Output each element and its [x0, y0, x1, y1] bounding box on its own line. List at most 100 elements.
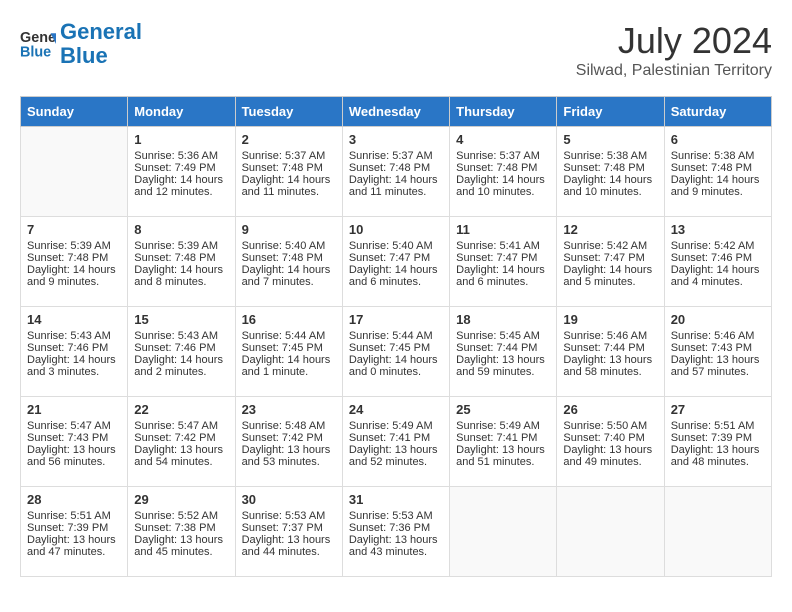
day-number: 10: [349, 222, 443, 237]
logo: General Blue General Blue: [20, 20, 142, 68]
day-number: 22: [134, 402, 228, 417]
calendar-cell: 23Sunrise: 5:48 AMSunset: 7:42 PMDayligh…: [235, 397, 342, 487]
sunset-text: Sunset: 7:45 PM: [242, 342, 336, 354]
sunrise-text: Sunrise: 5:43 AM: [27, 330, 121, 342]
day-number: 12: [563, 222, 657, 237]
calendar-cell: 5Sunrise: 5:38 AMSunset: 7:48 PMDaylight…: [557, 127, 664, 217]
daylight-text: Daylight: 13 hours and 47 minutes.: [27, 534, 121, 558]
daylight-text: Daylight: 13 hours and 56 minutes.: [27, 444, 121, 468]
calendar-cell: 15Sunrise: 5:43 AMSunset: 7:46 PMDayligh…: [128, 307, 235, 397]
daylight-text: Daylight: 14 hours and 0 minutes.: [349, 354, 443, 378]
calendar-cell: 29Sunrise: 5:52 AMSunset: 7:38 PMDayligh…: [128, 487, 235, 577]
sunset-text: Sunset: 7:37 PM: [242, 522, 336, 534]
week-row-2: 7Sunrise: 5:39 AMSunset: 7:48 PMDaylight…: [21, 217, 772, 307]
sunset-text: Sunset: 7:48 PM: [27, 252, 121, 264]
day-number: 3: [349, 132, 443, 147]
calendar-cell: 22Sunrise: 5:47 AMSunset: 7:42 PMDayligh…: [128, 397, 235, 487]
daylight-text: Daylight: 13 hours and 43 minutes.: [349, 534, 443, 558]
sunrise-text: Sunrise: 5:37 AM: [242, 150, 336, 162]
daylight-text: Daylight: 14 hours and 6 minutes.: [349, 264, 443, 288]
logo-text: General Blue: [60, 20, 142, 68]
calendar-cell: 10Sunrise: 5:40 AMSunset: 7:47 PMDayligh…: [342, 217, 449, 307]
sunrise-text: Sunrise: 5:49 AM: [456, 420, 550, 432]
sunrise-text: Sunrise: 5:37 AM: [456, 150, 550, 162]
location: Silwad, Palestinian Territory: [576, 62, 772, 80]
sunrise-text: Sunrise: 5:53 AM: [349, 510, 443, 522]
sunset-text: Sunset: 7:39 PM: [27, 522, 121, 534]
svg-text:Blue: Blue: [20, 45, 51, 61]
day-number: 23: [242, 402, 336, 417]
weekday-header-saturday: Saturday: [664, 97, 771, 127]
sunrise-text: Sunrise: 5:53 AM: [242, 510, 336, 522]
sunset-text: Sunset: 7:40 PM: [563, 432, 657, 444]
daylight-text: Daylight: 14 hours and 9 minutes.: [27, 264, 121, 288]
sunset-text: Sunset: 7:36 PM: [349, 522, 443, 534]
daylight-text: Daylight: 14 hours and 1 minute.: [242, 354, 336, 378]
calendar-cell: 4Sunrise: 5:37 AMSunset: 7:48 PMDaylight…: [450, 127, 557, 217]
daylight-text: Daylight: 14 hours and 10 minutes.: [456, 174, 550, 198]
calendar-cell: 25Sunrise: 5:49 AMSunset: 7:41 PMDayligh…: [450, 397, 557, 487]
sunrise-text: Sunrise: 5:47 AM: [134, 420, 228, 432]
day-number: 2: [242, 132, 336, 147]
daylight-text: Daylight: 13 hours and 57 minutes.: [671, 354, 765, 378]
sunrise-text: Sunrise: 5:47 AM: [27, 420, 121, 432]
calendar-cell: 8Sunrise: 5:39 AMSunset: 7:48 PMDaylight…: [128, 217, 235, 307]
week-row-1: 1Sunrise: 5:36 AMSunset: 7:49 PMDaylight…: [21, 127, 772, 217]
sunrise-text: Sunrise: 5:38 AM: [563, 150, 657, 162]
sunrise-text: Sunrise: 5:40 AM: [349, 240, 443, 252]
calendar-cell: 16Sunrise: 5:44 AMSunset: 7:45 PMDayligh…: [235, 307, 342, 397]
daylight-text: Daylight: 14 hours and 11 minutes.: [349, 174, 443, 198]
sunrise-text: Sunrise: 5:44 AM: [349, 330, 443, 342]
sunrise-text: Sunrise: 5:49 AM: [349, 420, 443, 432]
calendar-cell: 2Sunrise: 5:37 AMSunset: 7:48 PMDaylight…: [235, 127, 342, 217]
calendar-cell: 27Sunrise: 5:51 AMSunset: 7:39 PMDayligh…: [664, 397, 771, 487]
calendar-cell: 28Sunrise: 5:51 AMSunset: 7:39 PMDayligh…: [21, 487, 128, 577]
calendar-cell: 18Sunrise: 5:45 AMSunset: 7:44 PMDayligh…: [450, 307, 557, 397]
sunrise-text: Sunrise: 5:42 AM: [671, 240, 765, 252]
sunset-text: Sunset: 7:48 PM: [134, 252, 228, 264]
daylight-text: Daylight: 14 hours and 9 minutes.: [671, 174, 765, 198]
daylight-text: Daylight: 13 hours and 48 minutes.: [671, 444, 765, 468]
day-number: 31: [349, 492, 443, 507]
daylight-text: Daylight: 14 hours and 2 minutes.: [134, 354, 228, 378]
calendar-cell: [450, 487, 557, 577]
calendar-cell: 20Sunrise: 5:46 AMSunset: 7:43 PMDayligh…: [664, 307, 771, 397]
sunrise-text: Sunrise: 5:40 AM: [242, 240, 336, 252]
calendar-cell: 7Sunrise: 5:39 AMSunset: 7:48 PMDaylight…: [21, 217, 128, 307]
sunrise-text: Sunrise: 5:44 AM: [242, 330, 336, 342]
day-number: 29: [134, 492, 228, 507]
calendar-cell: 6Sunrise: 5:38 AMSunset: 7:48 PMDaylight…: [664, 127, 771, 217]
calendar-cell: [557, 487, 664, 577]
sunrise-text: Sunrise: 5:41 AM: [456, 240, 550, 252]
weekday-header-tuesday: Tuesday: [235, 97, 342, 127]
logo-line2: Blue: [60, 43, 108, 68]
daylight-text: Daylight: 14 hours and 7 minutes.: [242, 264, 336, 288]
weekday-header-row: SundayMondayTuesdayWednesdayThursdayFrid…: [21, 97, 772, 127]
sunset-text: Sunset: 7:48 PM: [563, 162, 657, 174]
calendar-table: SundayMondayTuesdayWednesdayThursdayFrid…: [20, 96, 772, 577]
daylight-text: Daylight: 13 hours and 53 minutes.: [242, 444, 336, 468]
daylight-text: Daylight: 14 hours and 6 minutes.: [456, 264, 550, 288]
day-number: 25: [456, 402, 550, 417]
sunrise-text: Sunrise: 5:51 AM: [671, 420, 765, 432]
calendar-cell: [664, 487, 771, 577]
logo-line1: General: [60, 19, 142, 44]
sunset-text: Sunset: 7:38 PM: [134, 522, 228, 534]
daylight-text: Daylight: 13 hours and 58 minutes.: [563, 354, 657, 378]
sunset-text: Sunset: 7:49 PM: [134, 162, 228, 174]
day-number: 17: [349, 312, 443, 327]
calendar-cell: 3Sunrise: 5:37 AMSunset: 7:48 PMDaylight…: [342, 127, 449, 217]
calendar-cell: 11Sunrise: 5:41 AMSunset: 7:47 PMDayligh…: [450, 217, 557, 307]
sunset-text: Sunset: 7:46 PM: [134, 342, 228, 354]
sunrise-text: Sunrise: 5:52 AM: [134, 510, 228, 522]
sunset-text: Sunset: 7:42 PM: [242, 432, 336, 444]
calendar-cell: 13Sunrise: 5:42 AMSunset: 7:46 PMDayligh…: [664, 217, 771, 307]
sunset-text: Sunset: 7:48 PM: [349, 162, 443, 174]
calendar-cell: 24Sunrise: 5:49 AMSunset: 7:41 PMDayligh…: [342, 397, 449, 487]
sunrise-text: Sunrise: 5:42 AM: [563, 240, 657, 252]
weekday-header-wednesday: Wednesday: [342, 97, 449, 127]
calendar-cell: 26Sunrise: 5:50 AMSunset: 7:40 PMDayligh…: [557, 397, 664, 487]
sunrise-text: Sunrise: 5:43 AM: [134, 330, 228, 342]
day-number: 21: [27, 402, 121, 417]
calendar-cell: 12Sunrise: 5:42 AMSunset: 7:47 PMDayligh…: [557, 217, 664, 307]
